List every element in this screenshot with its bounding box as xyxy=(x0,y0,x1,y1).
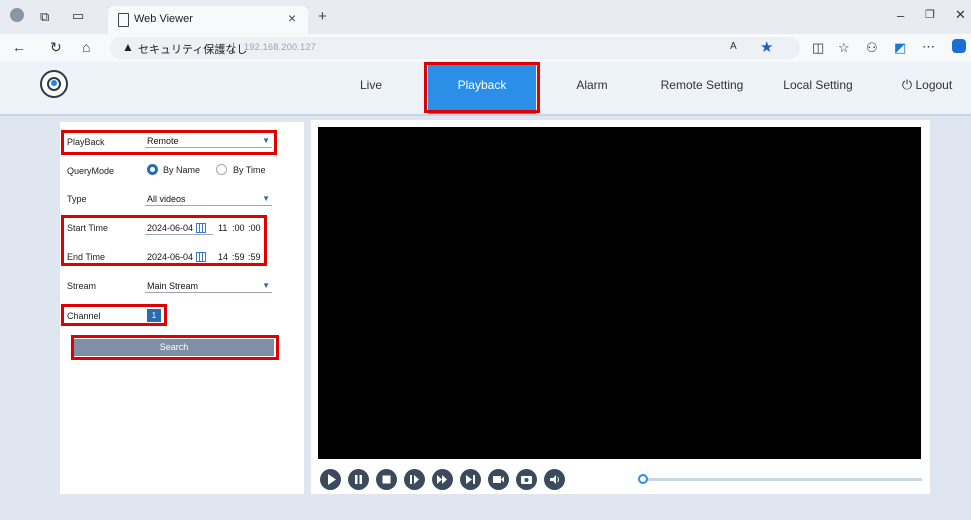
collections-icon[interactable]: ◩ xyxy=(894,40,906,56)
end-second[interactable]: :59 xyxy=(248,252,261,262)
stop-icon[interactable] xyxy=(376,469,397,490)
favorite-star-icon[interactable]: ★ xyxy=(760,38,773,56)
warning-icon: ▲ xyxy=(122,40,134,54)
by-name-radio[interactable] xyxy=(147,164,158,175)
browser-tab-bar: ⧉ ▭ Web Viewer × + – ❐ ✕ xyxy=(0,0,971,34)
calendar-icon[interactable] xyxy=(196,252,206,262)
favorites-icon[interactable]: ☆ xyxy=(838,40,850,56)
stream-value: Main Stream xyxy=(147,281,199,291)
playback-select[interactable]: Remote ▼ xyxy=(145,134,272,148)
end-time-label: End Time xyxy=(67,252,106,262)
read-aloud-icon[interactable]: A xyxy=(730,41,737,52)
pause-icon[interactable] xyxy=(348,469,369,490)
nav-remote-setting[interactable]: Remote Setting xyxy=(650,62,754,114)
channel-checkbox[interactable]: 1 xyxy=(147,309,161,322)
chevron-down-icon: ▼ xyxy=(262,136,270,145)
calendar-icon[interactable] xyxy=(196,223,206,233)
copilot-icon[interactable] xyxy=(952,39,966,53)
query-panel xyxy=(60,122,304,494)
chevron-down-icon: ▼ xyxy=(262,194,270,203)
profile-icon[interactable] xyxy=(10,8,24,22)
logout-label: Logout xyxy=(915,78,953,92)
end-minute[interactable]: :59 xyxy=(232,252,245,262)
nav-playback[interactable]: Playback xyxy=(428,62,536,114)
search-button[interactable]: Search xyxy=(74,339,274,356)
home-icon[interactable]: ⌂ xyxy=(82,39,90,55)
logo xyxy=(40,70,68,98)
new-tab-icon[interactable]: + xyxy=(318,8,327,25)
by-time-label: By Time xyxy=(233,165,266,175)
playback-value: Remote xyxy=(147,136,179,146)
tab-title: Web Viewer xyxy=(134,13,193,25)
logo-dot xyxy=(51,80,57,86)
video-display[interactable] xyxy=(318,127,921,459)
page-icon xyxy=(118,13,129,27)
workspaces-icon[interactable]: ⧉ xyxy=(40,9,49,25)
logout-button[interactable]: ⏻ Logout xyxy=(892,62,962,114)
minimize-icon[interactable]: – xyxy=(897,8,904,23)
snapshot-icon[interactable] xyxy=(516,469,537,490)
start-minute[interactable]: :00 xyxy=(232,223,245,233)
more-icon[interactable]: ⋯ xyxy=(922,39,935,55)
end-hour[interactable]: 14 xyxy=(218,252,228,262)
start-second[interactable]: :00 xyxy=(248,223,261,233)
end-date: 2024-06-04 xyxy=(147,252,194,262)
browser-tab[interactable]: Web Viewer × xyxy=(108,6,308,34)
start-hour[interactable]: 11 xyxy=(218,223,227,233)
volume-icon[interactable] xyxy=(544,469,565,490)
type-value: All videos xyxy=(147,194,186,204)
by-name-label: By Name xyxy=(163,165,201,175)
querymode-label: QueryMode xyxy=(67,166,115,176)
url-separator: | xyxy=(232,40,236,54)
playback-progress-track[interactable] xyxy=(640,478,922,481)
split-screen-icon[interactable]: ◫ xyxy=(812,40,824,56)
power-icon: ⏻ xyxy=(901,77,913,92)
refresh-icon[interactable]: ↻ xyxy=(50,39,62,56)
address-bar-row: ← ↻ ⌂ ▲ セキュリティ保護なし | 192.168.200.127 A ★… xyxy=(0,34,971,63)
play-icon[interactable] xyxy=(320,469,341,490)
type-select[interactable]: All videos ▼ xyxy=(145,192,272,206)
slow-icon[interactable] xyxy=(404,469,425,490)
page-footer xyxy=(0,494,971,520)
url-field[interactable]: ▲ セキュリティ保護なし | 192.168.200.127 A ★ xyxy=(110,37,800,59)
chevron-down-icon: ▼ xyxy=(262,281,270,290)
record-icon[interactable] xyxy=(488,469,509,490)
playback-progress-knob[interactable] xyxy=(638,474,648,484)
start-date: 2024-06-04 xyxy=(147,223,194,233)
restore-icon[interactable]: ❐ xyxy=(925,8,935,21)
extensions-icon[interactable]: ⚇ xyxy=(866,40,878,56)
tab-actions-icon[interactable]: ▭ xyxy=(72,8,84,24)
back-icon[interactable]: ← xyxy=(12,39,26,55)
nav-alarm[interactable]: Alarm xyxy=(566,62,618,114)
type-label: Type xyxy=(67,194,87,204)
url-host: 192.168.200.127 xyxy=(244,42,317,52)
fast-icon[interactable] xyxy=(432,469,453,490)
channel-label: Channel xyxy=(67,311,101,321)
close-window-icon[interactable]: ✕ xyxy=(955,7,966,23)
by-time-radio[interactable] xyxy=(216,164,227,175)
app-header: Live Playback Alarm Remote Setting Local… xyxy=(0,62,971,116)
close-tab-icon[interactable]: × xyxy=(288,10,296,26)
nav-local-setting[interactable]: Local Setting xyxy=(770,62,866,114)
stream-label: Stream xyxy=(67,281,97,291)
next-frame-icon[interactable] xyxy=(460,469,481,490)
playback-label: PlayBack xyxy=(67,137,105,147)
stream-select[interactable]: Main Stream ▼ xyxy=(145,279,272,293)
start-time-label: Start Time xyxy=(67,223,109,233)
security-status: セキュリティ保護なし xyxy=(138,44,248,56)
nav-live[interactable]: Live xyxy=(345,62,397,114)
